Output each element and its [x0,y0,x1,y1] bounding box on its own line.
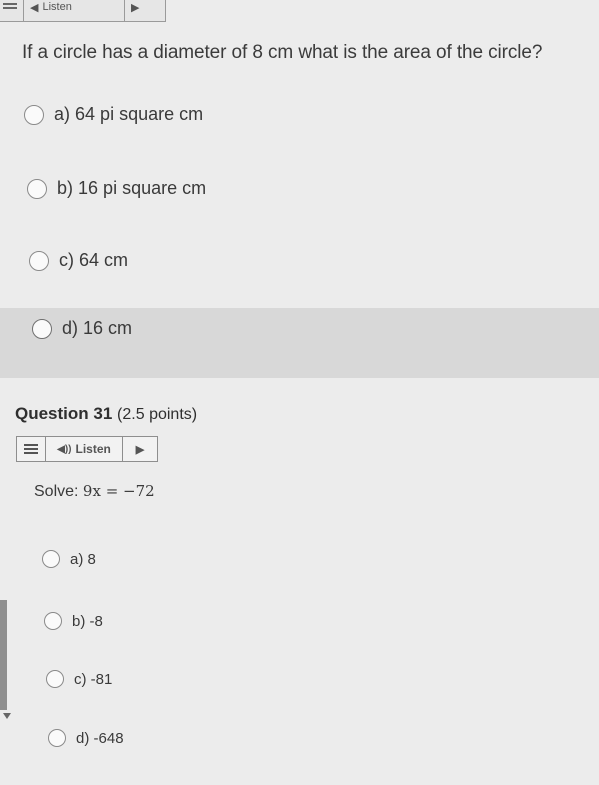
speaker-icon: ◀)) [57,443,72,455]
play-icon[interactable]: ▶ [125,0,145,21]
listen-toolbar[interactable]: ◀)) Listen ▶ [16,436,158,462]
option-letter: a) [70,550,84,568]
radio-icon[interactable] [24,104,44,125]
option-b[interactable]: b) -8 [44,612,103,630]
menu-icon[interactable] [17,437,46,461]
speaker-icon: ◀ [30,1,39,14]
option-label: -81 [90,670,113,688]
play-icon[interactable]: ▶ [123,437,157,461]
option-letter: b) [72,612,86,630]
radio-icon[interactable] [42,550,60,568]
option-c[interactable]: c) -81 [46,670,112,688]
question-points: (2.5 points) [117,406,198,423]
listen-label: Listen [75,442,111,456]
menu-icon[interactable] [0,0,24,21]
radio-icon[interactable] [27,178,47,199]
top-listen-toolbar[interactable]: ◀ Listen ▶ [0,0,166,22]
radio-icon[interactable] [32,318,52,339]
option-c[interactable]: c) 64 cm [29,250,128,271]
option-a[interactable]: a) 8 [42,550,96,568]
option-letter: a) [54,104,71,124]
option-letter: c) [74,670,87,688]
radio-icon[interactable] [44,612,62,630]
radio-icon[interactable] [48,729,66,747]
option-letter: c) [59,250,74,270]
option-d[interactable]: d) -648 [48,729,124,747]
option-label: 16 pi square cm [78,178,207,198]
question-prompt: Solve: 9x = −72 [34,482,155,501]
option-label: -648 [93,729,124,747]
option-label: -8 [89,612,103,630]
option-label: 8 [87,550,96,568]
question-31-heading: Question 31 (2.5 points) [15,404,197,424]
scroll-down-icon[interactable] [3,713,11,719]
top-listen-label: Listen [42,1,72,13]
option-label: 16 cm [83,318,133,338]
radio-icon[interactable] [29,250,49,271]
option-b[interactable]: b) 16 pi square cm [27,178,206,199]
option-letter: d) [62,318,79,338]
prompt-equation: 9x = −72 [82,482,155,500]
option-letter: d) [76,729,90,747]
prompt-prefix: Solve: [34,483,79,500]
question-text: If a circle has a diameter of 8 cm what … [22,42,543,63]
option-label: 64 cm [79,250,129,270]
option-a[interactable]: a) 64 pi square cm [24,104,203,125]
listen-button[interactable]: ◀)) Listen [46,437,123,461]
option-letter: b) [57,178,74,198]
scrollbar[interactable] [0,600,7,710]
option-label: 64 pi square cm [75,104,204,124]
radio-icon[interactable] [46,670,64,688]
top-listen-button[interactable]: ◀ Listen [24,0,125,21]
option-d[interactable]: d) 16 cm [32,318,132,339]
question-number: Question 31 [15,404,113,423]
